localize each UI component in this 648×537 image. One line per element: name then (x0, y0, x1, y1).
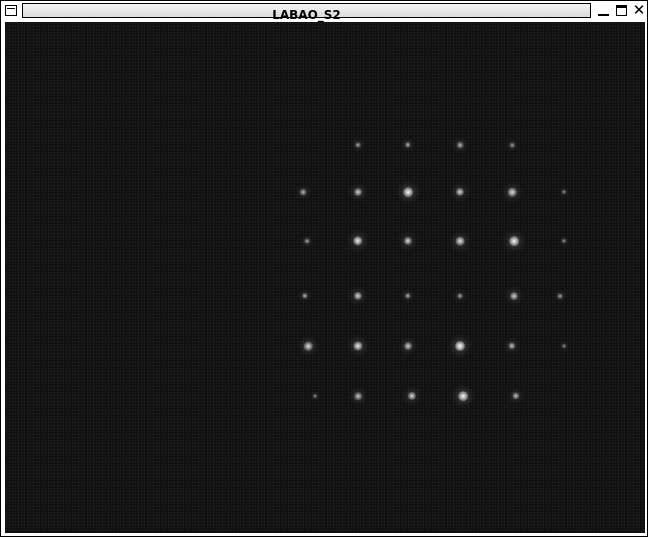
image-noise (5, 22, 645, 533)
light-spot (354, 392, 362, 400)
title-bar[interactable]: LABAO_S2 ✕ (1, 1, 647, 22)
app-window: LABAO_S2 ✕ (0, 0, 648, 537)
light-spot (455, 341, 465, 351)
light-spot (303, 341, 313, 351)
maximize-icon[interactable] (615, 4, 629, 18)
light-spot (509, 236, 519, 246)
close-icon[interactable]: ✕ (632, 3, 646, 18)
light-spot (458, 391, 468, 401)
light-spot (304, 238, 310, 244)
light-spot (312, 393, 318, 399)
minimize-icon[interactable] (597, 4, 611, 18)
light-spot (510, 292, 518, 300)
light-spot (456, 141, 464, 149)
window-title: LABAO_S2 (272, 8, 341, 22)
light-spot (403, 187, 413, 197)
light-spot (455, 236, 465, 246)
light-spot (557, 293, 563, 299)
camera-image-view[interactable] (5, 22, 645, 533)
title-box[interactable]: LABAO_S2 (22, 3, 591, 22)
window-menu-icon[interactable] (5, 5, 17, 16)
light-spot (507, 187, 517, 197)
light-spot (299, 188, 307, 196)
light-spot (354, 188, 362, 196)
light-spot (561, 343, 567, 349)
light-spot (404, 342, 412, 350)
light-spot (509, 142, 515, 148)
